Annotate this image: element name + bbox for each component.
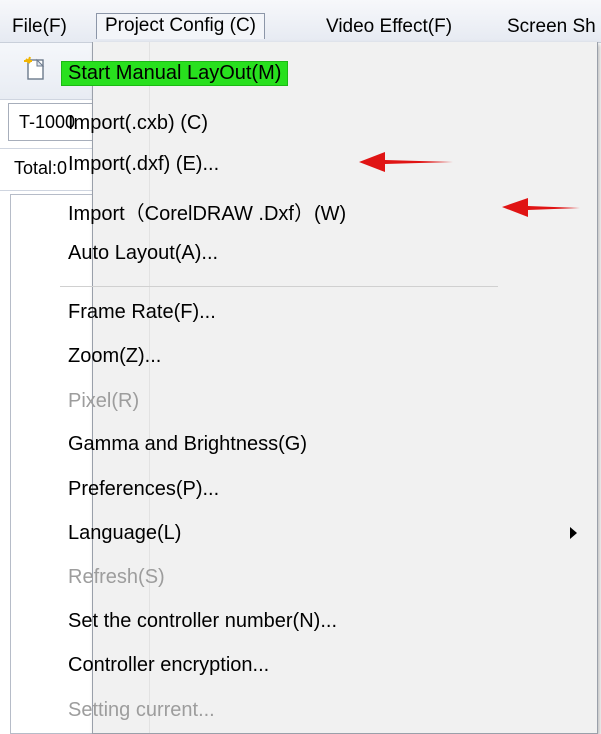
menu-item-import-coreldraw-dxf[interactable]: Import（CorelDRAW .Dxf）(W) <box>68 197 346 226</box>
menu-item-auto-layout[interactable]: Auto Layout(A)... <box>68 242 218 265</box>
menu-item-setting-current: Setting current... <box>68 699 215 721</box>
menu-separator <box>60 286 498 287</box>
menu-video-effect[interactable]: Video Effect(F) <box>326 14 452 40</box>
total-label: Total:0 <box>14 158 68 178</box>
menu-bar: File(F) Project Config (C) Video Effect(… <box>0 0 601 43</box>
menu-item-frame-rate[interactable]: Frame Rate(F)... <box>68 301 216 324</box>
divider <box>0 148 92 149</box>
menu-project-config[interactable]: Project Config (C) <box>96 13 265 39</box>
menu-item-set-controller-number[interactable]: Set the controller number(N)... <box>68 610 337 633</box>
menu-file[interactable]: File(F) <box>12 14 67 40</box>
annotation-arrow-icon <box>359 152 453 172</box>
menu-item-import-cxb[interactable]: Import(.cxb) (C) <box>68 112 208 135</box>
menu-item-preferences[interactable]: Preferences(P)... <box>68 478 219 501</box>
menu-item-zoom[interactable]: Zoom(Z)... <box>68 345 161 368</box>
annotation-arrow-icon <box>502 198 580 217</box>
menu-item-start-manual-layout[interactable]: Start Manual LayOut(M) <box>62 62 288 85</box>
menu-item-controller-encryption[interactable]: Controller encryption... <box>68 654 269 677</box>
divider <box>0 190 92 191</box>
menu-item-pixel: Pixel(R) <box>68 390 140 412</box>
menu-item-import-dxf[interactable]: Import(.dxf) (E)... <box>68 153 219 176</box>
screen-list-panel[interactable] <box>10 194 94 734</box>
menu-item-language[interactable]: Language(L) <box>68 522 181 545</box>
menu-screen-shot[interactable]: Screen Sh <box>507 14 596 40</box>
menu-item-gamma-brightness[interactable]: Gamma and Brightness(G) <box>68 433 307 456</box>
new-file-icon[interactable] <box>22 55 50 83</box>
menu-item-refresh: Refresh(S) <box>68 566 165 588</box>
submenu-arrow-icon <box>570 527 577 539</box>
